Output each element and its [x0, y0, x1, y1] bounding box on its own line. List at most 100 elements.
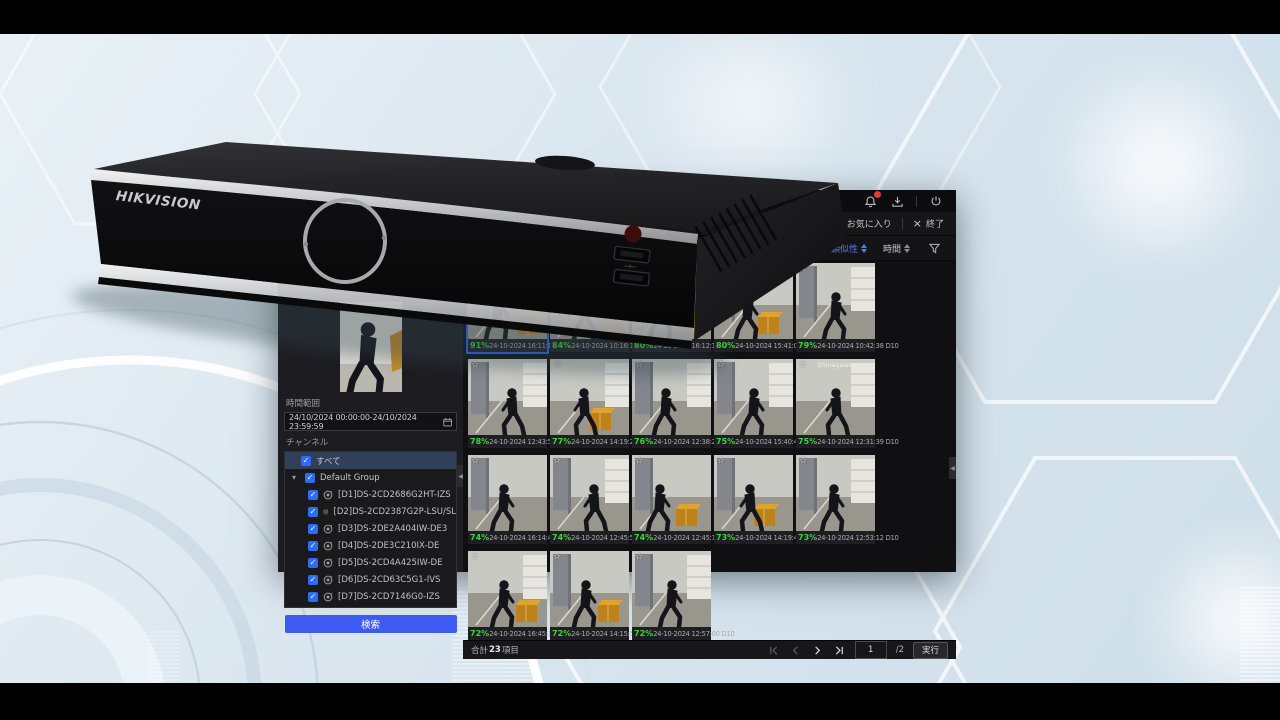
- result-thumbnail[interactable]: ☆ 72% 24-10-2024 12:57:00 D10: [632, 551, 711, 640]
- page-total: /2: [896, 645, 904, 655]
- result-thumbnail[interactable]: ☆ 80% 24-10-2024 15:41:09 D10: [714, 263, 793, 352]
- page-number-input[interactable]: [855, 641, 887, 659]
- window-body: 時間範囲 24/10/2024 00:00:00-24/10/2024 23:5…: [278, 261, 956, 572]
- exit-button[interactable]: × 終了: [913, 217, 944, 230]
- go-to-page-button[interactable]: 実行: [913, 642, 948, 659]
- camera-icon: [323, 507, 329, 517]
- power-icon[interactable]: [928, 193, 944, 209]
- result-thumbnail[interactable]: ☆ 75% 24-10-2024 15:40:47 D10: [714, 359, 793, 448]
- snapshot-time: 24-10-2024 12:53:12 D10: [817, 534, 898, 542]
- result-thumbnail[interactable]: ☆ 84% 24-10-2024 10:16:19 D10: [550, 263, 629, 352]
- favorite-star-icon[interactable]: ☆: [553, 360, 561, 370]
- result-thumbnail[interactable]: ☆ 73% 24-10-2024 14:19:49 D10: [714, 455, 793, 544]
- similarity-threshold-input[interactable]: [769, 239, 815, 258]
- channel-name: [D4]DS-2DE3C210IX-DE: [338, 541, 439, 551]
- channel-tree: ✓ すべて ▾ ✓ Default Group ✓ [D1]DS-2CD2686…: [284, 451, 457, 608]
- thumbnail-caption: 74% 24-10-2024 12:45:13 D10: [632, 531, 711, 544]
- channel-item[interactable]: ✓ [D4]DS-2DE3C210IX-DE: [285, 537, 456, 554]
- favorite-star-icon[interactable]: ☆: [635, 456, 643, 466]
- match-score: 72%: [634, 629, 653, 638]
- channel-item[interactable]: ✓ [D1]DS-2CD2686G2HT-IZS: [285, 486, 456, 503]
- checkbox-checked[interactable]: ✓: [308, 558, 318, 568]
- result-thumbnail[interactable]: ☆ 80% 24-10-2024 16:12:12 D10: [632, 263, 711, 352]
- thumbnail-caption: 91% 24-10-2024 16:11:13 D10: [468, 339, 547, 352]
- thumbnail-caption: 73% 24-10-2024 14:19:49 D10: [714, 531, 793, 544]
- result-thumbnail[interactable]: Shinagawa ☆ 75% 24-10-2024 12:31:39 D10: [796, 359, 875, 448]
- sort-by-similarity[interactable]: 類似性: [831, 242, 867, 255]
- favorite-star-icon[interactable]: ☆: [471, 264, 479, 274]
- favorite-star-icon[interactable]: ☆: [799, 360, 807, 370]
- favorite-star-icon[interactable]: ☆: [717, 360, 725, 370]
- snapshot-image: ☆: [550, 551, 629, 627]
- last-page-button[interactable]: [833, 644, 846, 657]
- chevron-down-icon[interactable]: ▾: [292, 473, 300, 482]
- close-icon: ×: [913, 217, 922, 230]
- search-button[interactable]: 検索: [285, 615, 457, 633]
- favorite-star-icon[interactable]: ☆: [471, 456, 479, 466]
- time-label: 時間: [883, 242, 901, 255]
- favorite-star-icon[interactable]: ☆: [471, 552, 479, 562]
- match-score: 73%: [716, 533, 735, 542]
- checkbox-checked[interactable]: ✓: [308, 524, 318, 534]
- thumbnail-caption: 80% 24-10-2024 16:12:12 D10: [632, 339, 711, 352]
- checkbox-checked[interactable]: ✓: [301, 456, 311, 466]
- result-thumbnail[interactable]: ☆ 73% 24-10-2024 12:53:12 D10: [796, 455, 875, 544]
- camera-icon: [323, 558, 333, 568]
- default-group-row[interactable]: ▾ ✓ Default Group: [285, 469, 456, 486]
- favorite-star-icon[interactable]: ☆: [799, 264, 807, 274]
- result-thumbnail[interactable]: ☆ 74% 24-10-2024 12:45:59 D10: [550, 455, 629, 544]
- channel-item[interactable]: ✓ [D6]DS-2CD63C5G1-IVS: [285, 571, 456, 588]
- favorite-star-icon[interactable]: ☆: [717, 264, 725, 274]
- export-download-icon[interactable]: [889, 193, 905, 209]
- checkbox-checked[interactable]: ✓: [305, 473, 315, 483]
- checkbox-checked[interactable]: ✓: [308, 575, 318, 585]
- channel-item[interactable]: ✓ [D5]DS-2CD4A425IW-DE: [285, 554, 456, 571]
- panel-collapse-handle[interactable]: ◀: [949, 457, 956, 479]
- channel-label: チャンネル: [286, 436, 455, 448]
- select-all-label: すべて: [316, 455, 341, 467]
- favorite-star-icon[interactable]: ☆: [717, 456, 725, 466]
- result-thumbnail[interactable]: ☆ 91% 24-10-2024 16:11:13 D10: [468, 263, 547, 352]
- favorite-star-icon[interactable]: ☆: [553, 264, 561, 274]
- sort-arrows-icon: [904, 244, 910, 253]
- favorite-star-icon[interactable]: ☆: [635, 264, 643, 274]
- sort-by-time[interactable]: 時間: [883, 242, 910, 255]
- favorite-label: お気に入り: [847, 217, 892, 230]
- snapshot-image: ☆: [796, 263, 875, 339]
- checkbox-checked[interactable]: ✓: [308, 490, 318, 500]
- checkbox-checked[interactable]: ✓: [308, 507, 318, 517]
- first-page-button[interactable]: [767, 644, 780, 657]
- result-thumbnail[interactable]: ☆ 79% 24-10-2024 10:42:38 D10: [796, 263, 875, 352]
- alarm-notification-icon[interactable]: [862, 193, 878, 209]
- channel-name: [D7]DS-2CD7146G0-IZS: [338, 592, 440, 602]
- favorite-star-icon[interactable]: ☆: [553, 456, 561, 466]
- previous-page-button[interactable]: [789, 644, 802, 657]
- match-score: 80%: [716, 341, 735, 350]
- result-thumbnail[interactable]: ☆ 74% 24-10-2024 12:45:13 D10: [632, 455, 711, 544]
- channel-item[interactable]: ✓ [D2]DS-2CD2387G2P-LSU/SL: [285, 503, 456, 520]
- result-thumbnail[interactable]: ☆ 76% 24-10-2024 12:38:27 D10: [632, 359, 711, 448]
- result-thumbnail[interactable]: ☆ 72% 24-10-2024 16:45:31 D10: [468, 551, 547, 640]
- favorite-star-icon[interactable]: ☆: [799, 456, 807, 466]
- favorite-star-icon[interactable]: ☆: [635, 360, 643, 370]
- channel-item[interactable]: ✓ [D7]DS-2CD7146G0-IZS: [285, 588, 456, 605]
- channel-item[interactable]: ✓ [D3]DS-2DE2A404IW-DE3: [285, 520, 456, 537]
- checkbox-checked[interactable]: ✓: [308, 592, 318, 602]
- match-score: 74%: [634, 533, 653, 542]
- select-all-row[interactable]: ✓ すべて: [285, 452, 456, 469]
- filter-funnel-icon[interactable]: [926, 240, 942, 256]
- result-toolbar: ☆ お気に入り × 終了: [278, 212, 956, 236]
- result-thumbnail[interactable]: ☆ 72% 24-10-2024 14:15:52 D10: [550, 551, 629, 640]
- favorite-star-icon[interactable]: ☆: [635, 552, 643, 562]
- favorite-button[interactable]: ☆ お気に入り: [833, 217, 892, 230]
- result-thumbnail[interactable]: ☆ 78% 24-10-2024 12:43:54 D10: [468, 359, 547, 448]
- result-thumbnail[interactable]: ☆ 74% 24-10-2024 16:14:44 D10: [468, 455, 547, 544]
- checkbox-checked[interactable]: ✓: [308, 541, 318, 551]
- favorite-star-icon[interactable]: ☆: [553, 552, 561, 562]
- alarm-badge: [874, 191, 881, 198]
- snapshot-image: ☆: [714, 455, 793, 531]
- result-thumbnail[interactable]: ☆ 77% 24-10-2024 14:19:29 D10: [550, 359, 629, 448]
- favorite-star-icon[interactable]: ☆: [471, 360, 479, 370]
- time-range-input[interactable]: 24/10/2024 00:00:00-24/10/2024 23:59:59: [284, 412, 457, 431]
- next-page-button[interactable]: [811, 644, 824, 657]
